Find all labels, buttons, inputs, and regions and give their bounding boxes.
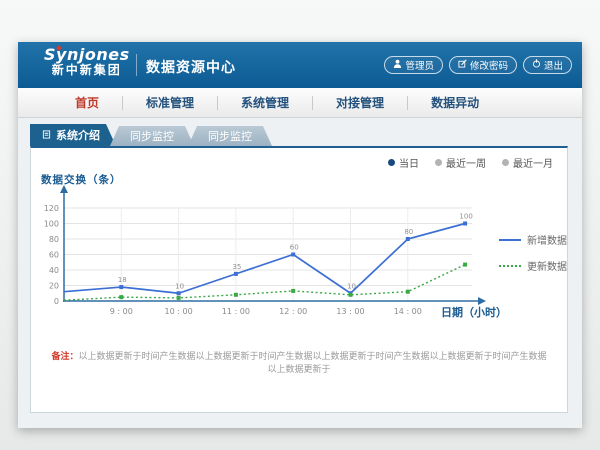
svg-text:9 : 00: 9 : 00 <box>110 307 133 316</box>
header-actions: 管理员 修改密码 退出 <box>384 56 572 74</box>
chart-legend: 新增数据 更新数据 <box>499 232 567 284</box>
company-logo: Synjones 新中新集团 <box>44 47 130 76</box>
tab-sync-monitor-2[interactable]: 同步监控 <box>188 126 272 146</box>
user-button[interactable]: 管理员 <box>384 56 443 74</box>
nav-item-interface-mgmt[interactable]: 对接管理 <box>313 94 407 111</box>
main-nav: 首页 标准管理 系统管理 对接管理 数据异动 <box>18 88 582 118</box>
nav-item-home[interactable]: 首页 <box>52 94 122 111</box>
legend-item-new-data[interactable]: 新增数据 <box>499 232 567 247</box>
footnote: 备注：以上数据更新于时间产生数据以上数据更新于时间产生数据以上数据更新于时间产生… <box>47 351 551 376</box>
tab-system-intro[interactable]: 系统介绍 <box>30 124 116 146</box>
page: Synjones 新中新集团 数据资源中心 管理员 修改 <box>0 0 600 450</box>
svg-text:13 : 00: 13 : 00 <box>336 307 364 316</box>
header-divider <box>136 54 137 76</box>
app-window: Synjones 新中新集团 数据资源中心 管理员 修改 <box>18 42 582 428</box>
app-header: Synjones 新中新集团 数据资源中心 管理员 修改 <box>18 42 582 88</box>
logout-button[interactable]: 退出 <box>523 56 572 74</box>
svg-text:20: 20 <box>49 282 59 291</box>
footnote-prefix: 备注： <box>51 352 78 362</box>
user-icon <box>393 59 402 71</box>
svg-text:100: 100 <box>44 220 59 229</box>
footnote-text: 以上数据更新于时间产生数据以上数据更新于时间产生数据以上数据更新于时间产生数据以… <box>79 352 547 375</box>
time-range-filters: 当日 最近一周 最近一月 <box>388 155 553 170</box>
svg-text:11 : 00: 11 : 00 <box>222 307 250 316</box>
radio-last-month[interactable]: 最近一月 <box>502 155 553 170</box>
chart-svg: 0 20 40 60 80 100 120 9 : 00 10 : 00 11 : 00 12 : … <box>39 184 494 324</box>
edit-icon <box>458 59 467 71</box>
legend-item-update-data[interactable]: 更新数据 <box>499 258 567 273</box>
svg-text:10: 10 <box>175 282 184 290</box>
x-axis-title: 日期（小时） <box>441 304 507 320</box>
radio-dot-icon <box>502 159 509 166</box>
svg-text:10: 10 <box>347 282 356 290</box>
nav-item-system-mgmt[interactable]: 系统管理 <box>218 94 312 111</box>
power-icon <box>532 59 541 71</box>
svg-text:60: 60 <box>49 251 59 260</box>
svg-text:80: 80 <box>49 235 59 244</box>
page-title: 数据资源中心 <box>146 57 236 77</box>
svg-text:120: 120 <box>44 204 59 213</box>
svg-text:40: 40 <box>49 266 59 275</box>
radio-dot-icon <box>435 159 442 166</box>
radio-today[interactable]: 当日 <box>388 155 419 170</box>
svg-text:10 : 00: 10 : 00 <box>165 307 193 316</box>
svg-text:12 : 00: 12 : 00 <box>279 307 307 316</box>
chart-panel: 当日 最近一周 最近一月 数据交换（条） 0204060801001209 : … <box>30 146 568 413</box>
svg-text:60: 60 <box>290 244 299 252</box>
dotted-line-swatch-icon <box>499 265 521 267</box>
logo-company-name: 新中新集团 <box>44 64 130 77</box>
svg-text:35: 35 <box>232 263 241 271</box>
radio-dot-icon <box>388 159 395 166</box>
svg-text:0: 0 <box>54 297 59 306</box>
svg-text:18: 18 <box>118 276 127 284</box>
logo-wordmark: Synjones <box>44 47 130 64</box>
radio-last-week[interactable]: 最近一周 <box>435 155 486 170</box>
solid-line-swatch-icon <box>499 239 521 241</box>
content-area: 系统介绍 同步监控 同步监控 当日 最近一周 <box>18 118 582 428</box>
change-password-button[interactable]: 修改密码 <box>449 56 517 74</box>
svg-text:80: 80 <box>404 228 413 236</box>
svg-text:14 : 00: 14 : 00 <box>394 307 422 316</box>
nav-item-data-change[interactable]: 数据异动 <box>408 94 502 111</box>
tab-sync-monitor-1[interactable]: 同步监控 <box>110 126 194 146</box>
nav-item-standard-mgmt[interactable]: 标准管理 <box>123 94 217 111</box>
svg-text:100: 100 <box>459 213 472 221</box>
tab-bar: 系统介绍 同步监控 同步监控 <box>30 124 266 146</box>
document-icon <box>42 129 51 142</box>
